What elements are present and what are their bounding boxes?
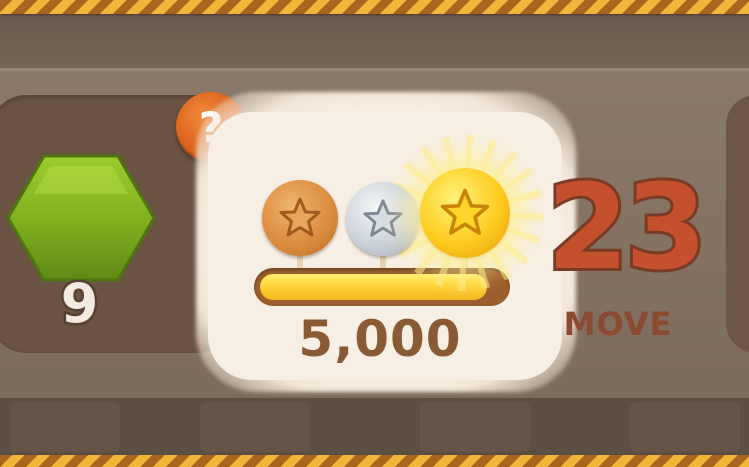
floor-tile [200, 402, 310, 452]
rope-border-bottom [0, 455, 749, 467]
rope-border-top [0, 0, 749, 14]
floor-tile [420, 402, 530, 452]
floor-tile [10, 402, 120, 452]
moves-remaining: 23 [544, 158, 710, 296]
moves-label: MOVE [563, 305, 673, 343]
next-slot-edge [726, 95, 749, 353]
bronze-star-medal-icon [262, 180, 338, 256]
goal-count: 9 [58, 270, 101, 338]
green-hexagon-icon [6, 152, 156, 284]
board-backdrop-upper [0, 14, 749, 72]
gold-star-medal-icon [420, 168, 510, 258]
silver-star-medal-icon [346, 182, 420, 256]
game-hud: 9 ? 5,000 23 MOVE [0, 0, 749, 467]
score-value: 5,000 [298, 310, 462, 368]
floor-tile [630, 402, 740, 452]
